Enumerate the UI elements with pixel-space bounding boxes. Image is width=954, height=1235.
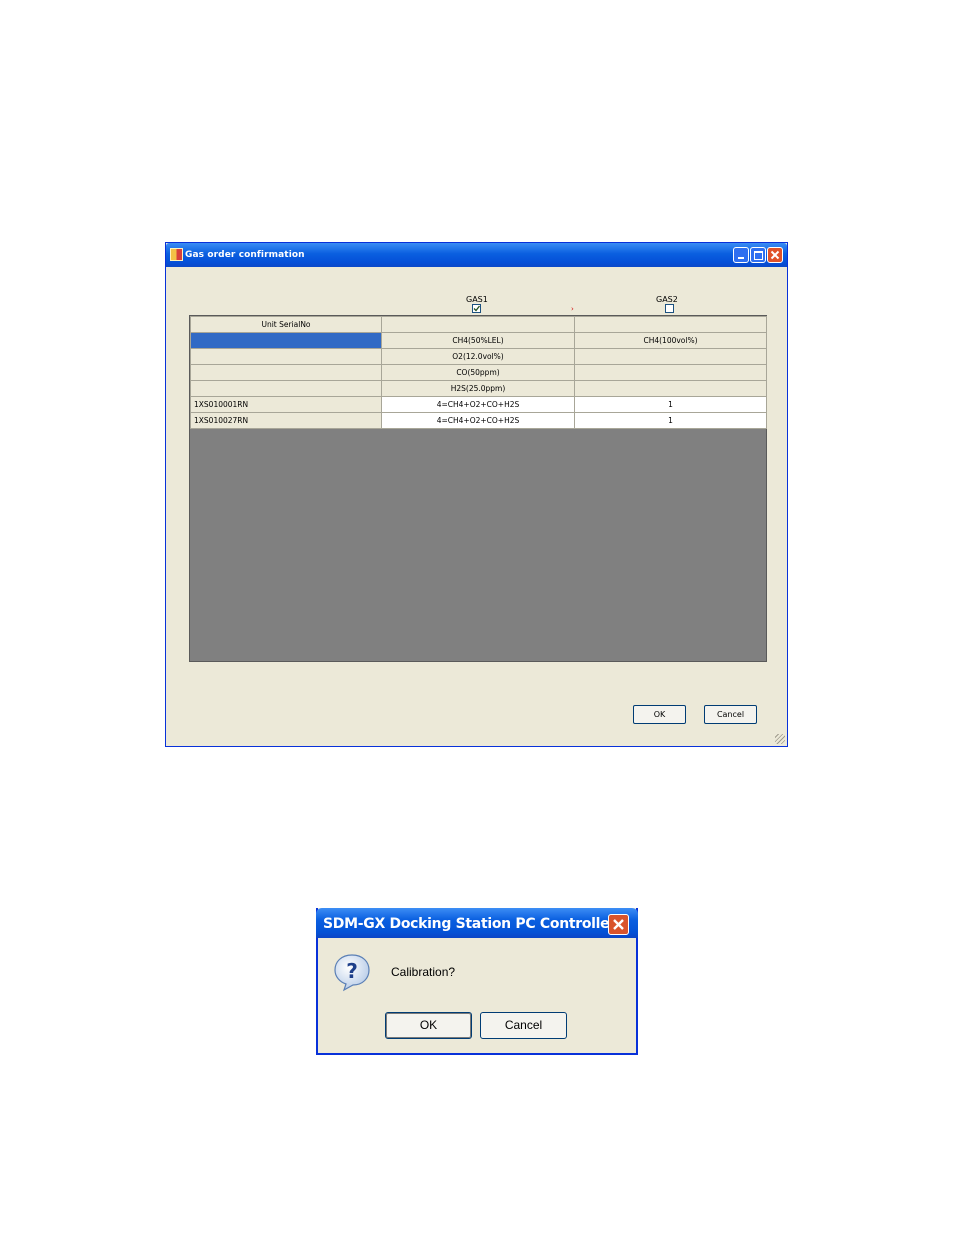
ok-button[interactable]: OK bbox=[633, 705, 686, 724]
dialog-title: SDM-GX Docking Station PC Controller bbox=[323, 916, 616, 932]
grid-header-row: Unit SerialNo bbox=[190, 316, 767, 333]
gas-order-grid[interactable]: Unit SerialNo CH4(50%LEL) CH4(100vol%) O… bbox=[189, 315, 767, 662]
gas-row: CO(50ppm) bbox=[190, 364, 767, 381]
close-icon bbox=[613, 919, 624, 930]
gas2-checkbox[interactable] bbox=[665, 304, 674, 313]
gas-row: O2(12.0vol%) bbox=[190, 348, 767, 365]
unit-gas1-cell[interactable]: 4=CH4+O2+CO+H2S bbox=[381, 396, 575, 413]
resize-grip-icon[interactable] bbox=[775, 734, 785, 744]
unit-gas2-cell[interactable]: 1 bbox=[574, 396, 767, 413]
gas1-cell[interactable]: O2(12.0vol%) bbox=[381, 348, 575, 365]
gas2-cell[interactable] bbox=[574, 364, 767, 381]
maximize-icon bbox=[754, 251, 763, 260]
gas2-cell[interactable] bbox=[574, 380, 767, 397]
gas1-cell[interactable]: CO(50ppm) bbox=[381, 364, 575, 381]
red-arrow-icon: › bbox=[571, 305, 574, 313]
gas2-cell[interactable]: CH4(100vol%) bbox=[574, 332, 767, 349]
svg-text:?: ? bbox=[346, 959, 358, 983]
gas-row: H2S(25.0ppm) bbox=[190, 380, 767, 397]
row-header[interactable] bbox=[190, 348, 382, 365]
unit-serial-cell[interactable]: 1XS010027RN bbox=[190, 412, 382, 429]
gas-order-window: Gas order confirmation GAS1 › GAS2 Unit … bbox=[165, 242, 788, 747]
gas2-cell[interactable] bbox=[574, 348, 767, 365]
selected-row-header[interactable] bbox=[190, 332, 382, 349]
gas1-label: GAS1 bbox=[466, 295, 488, 304]
title-bar[interactable]: Gas order confirmation bbox=[166, 243, 787, 267]
row-header[interactable] bbox=[190, 364, 382, 381]
checkmark-icon bbox=[473, 305, 481, 312]
close-button[interactable] bbox=[767, 247, 783, 263]
window-title: Gas order confirmation bbox=[185, 250, 305, 260]
minimize-button[interactable] bbox=[733, 247, 749, 263]
dialog-ok-button[interactable]: OK bbox=[385, 1012, 472, 1039]
close-icon bbox=[770, 250, 780, 260]
header-gas1[interactable] bbox=[381, 316, 575, 333]
header-gas2[interactable] bbox=[574, 316, 767, 333]
gas2-label: GAS2 bbox=[656, 295, 678, 304]
unit-gas2-cell[interactable]: 1 bbox=[574, 412, 767, 429]
dialog-title-bar[interactable]: SDM-GX Docking Station PC Controller bbox=[316, 908, 638, 938]
unit-row: 1XS010027RN 4=CH4+O2+CO+H2S 1 bbox=[190, 412, 767, 429]
dialog-close-button[interactable] bbox=[608, 914, 629, 935]
header-unit-serial[interactable]: Unit SerialNo bbox=[190, 316, 382, 333]
unit-row: 1XS010001RN 4=CH4+O2+CO+H2S 1 bbox=[190, 396, 767, 413]
dialog-cancel-button[interactable]: Cancel bbox=[480, 1012, 567, 1039]
maximize-button[interactable] bbox=[750, 247, 766, 263]
gas1-cell[interactable]: CH4(50%LEL) bbox=[381, 332, 575, 349]
minimize-icon bbox=[738, 257, 744, 259]
question-icon: ? bbox=[334, 954, 370, 992]
app-icon bbox=[170, 248, 183, 261]
row-header[interactable] bbox=[190, 380, 382, 397]
gas-row: CH4(50%LEL) CH4(100vol%) bbox=[190, 332, 767, 349]
unit-gas1-cell[interactable]: 4=CH4+O2+CO+H2S bbox=[381, 412, 575, 429]
unit-serial-cell[interactable]: 1XS010001RN bbox=[190, 396, 382, 413]
gas1-cell[interactable]: H2S(25.0ppm) bbox=[381, 380, 575, 397]
gas1-checkbox[interactable] bbox=[472, 304, 481, 313]
confirm-dialog: SDM-GX Docking Station PC Controller ? C… bbox=[316, 908, 638, 1055]
cancel-button[interactable]: Cancel bbox=[704, 705, 757, 724]
dialog-message: Calibration? bbox=[391, 965, 456, 979]
